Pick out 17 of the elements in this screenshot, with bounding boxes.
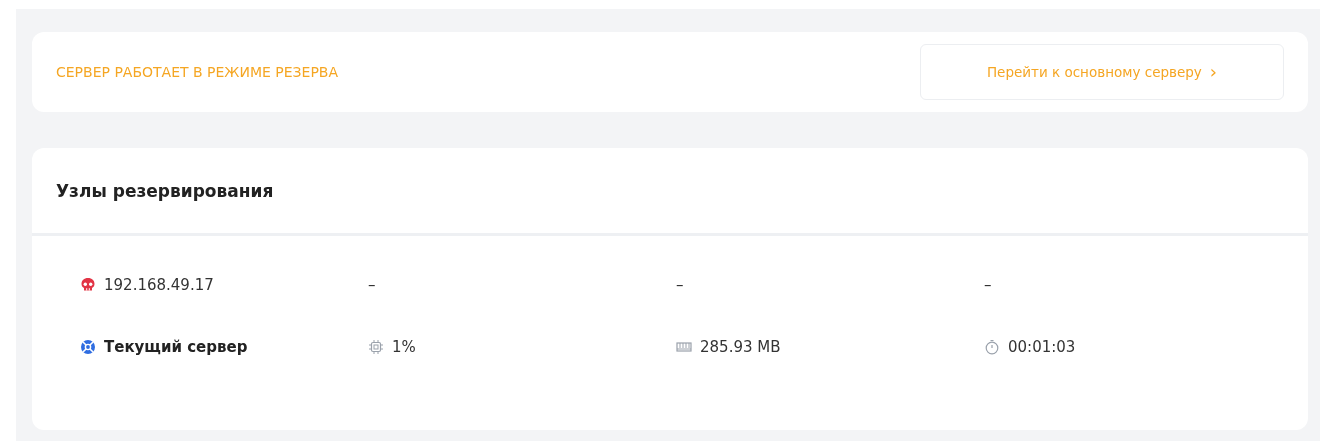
skull-icon <box>80 277 96 293</box>
memory-icon <box>676 339 692 355</box>
node-name: 192.168.49.17 <box>104 276 214 294</box>
metric-value: 1% <box>392 338 416 356</box>
metric-value: 00:01:03 <box>1008 338 1076 356</box>
card-title: Узлы резервирования <box>56 180 274 201</box>
lifebuoy-icon <box>80 339 96 355</box>
node-name: Текущий сервер <box>104 338 248 356</box>
chip-icon <box>368 339 384 355</box>
switch-server-button[interactable]: Перейти к основному серверу › <box>920 44 1284 100</box>
stopwatch-icon <box>984 339 1000 355</box>
chevron-icon: › <box>1209 63 1218 81</box>
metric-value: – <box>984 276 992 294</box>
metric-value: 285.93 MB <box>700 338 781 356</box>
metric-value: – <box>676 276 684 294</box>
status-message: СЕРВЕР РАБОТАЕТ В РЕЖИМЕ РЕЗЕРВА <box>56 64 339 80</box>
metric-value: – <box>368 276 376 294</box>
